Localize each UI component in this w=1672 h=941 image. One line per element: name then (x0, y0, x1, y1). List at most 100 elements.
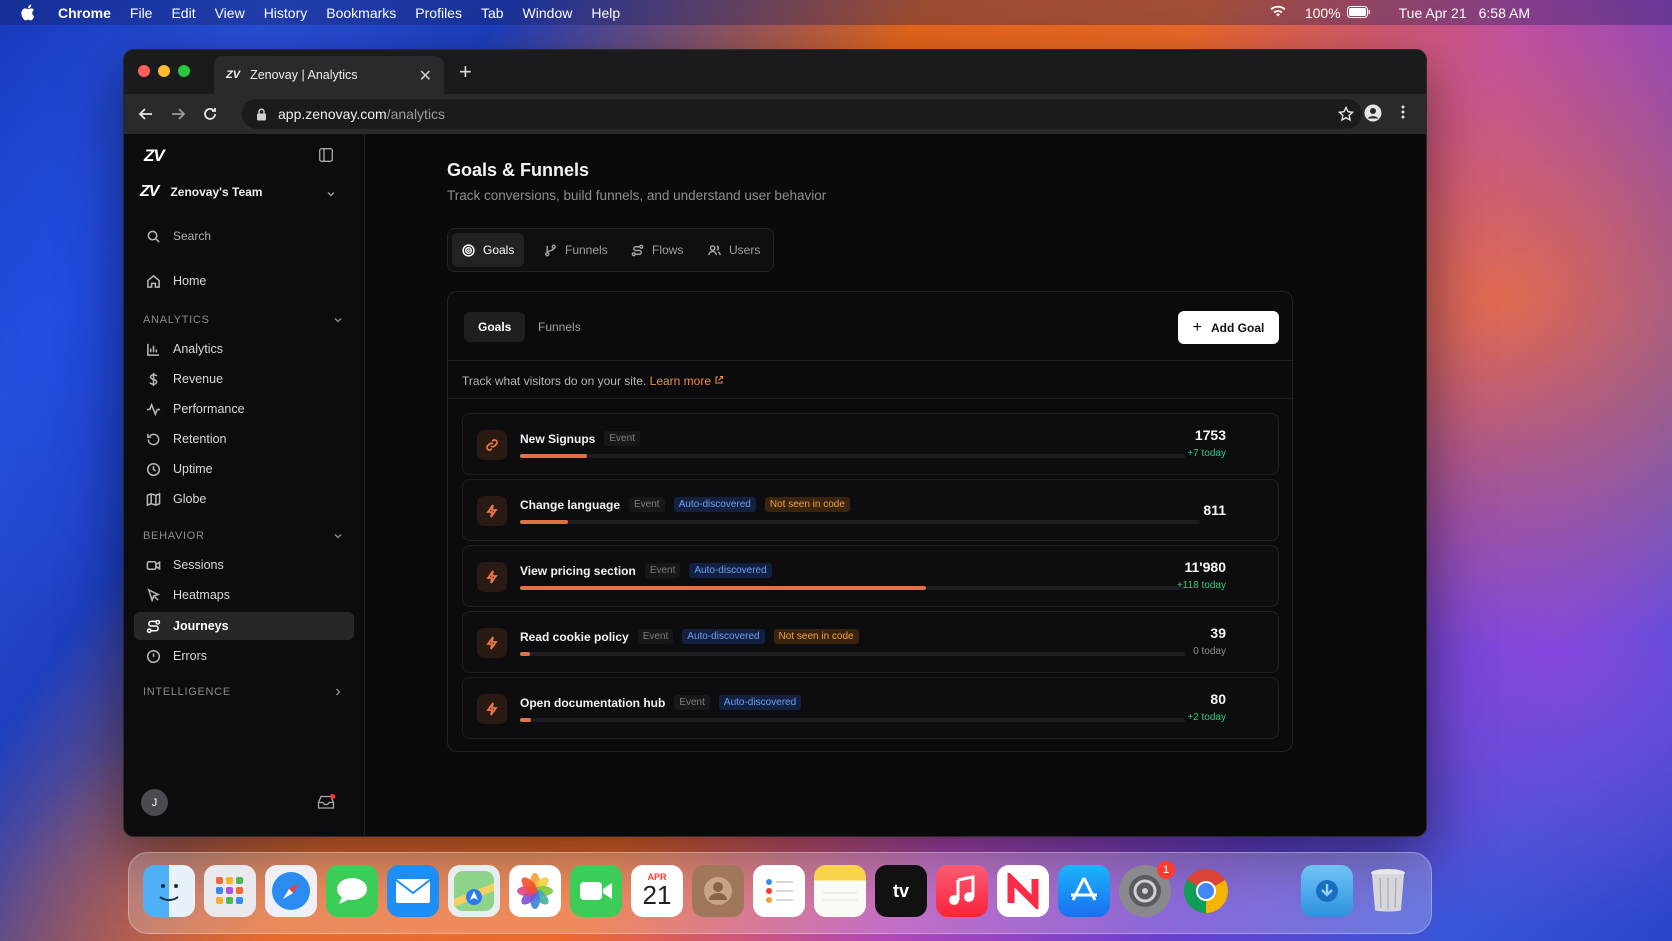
back-icon[interactable] (136, 104, 156, 124)
notification-badge: 1 (1157, 861, 1175, 879)
system-settings-icon[interactable]: 1 (1119, 861, 1175, 917)
finder-icon[interactable] (143, 865, 195, 917)
browser-toolbar: app.zenovay.com/analytics (124, 94, 1426, 134)
menubar-time[interactable]: 6:58 AM (1479, 5, 1530, 21)
minimize-window-button[interactable] (158, 65, 170, 77)
menu-history[interactable]: History (264, 5, 308, 21)
bookmark-star-icon[interactable] (1337, 105, 1355, 125)
event-badge: Event (644, 563, 681, 578)
profile-icon[interactable] (1364, 104, 1382, 127)
auto-discovered-badge: Auto-discovered (673, 497, 756, 512)
goal-row[interactable]: Change language Event Auto-discovered Not s… (462, 479, 1279, 541)
news-icon[interactable] (997, 865, 1049, 917)
app-root: ZV ZV Zenovay's Team Search Home ANALYTI (124, 134, 1426, 836)
lock-icon[interactable] (256, 108, 267, 121)
browser-menu-icon[interactable] (1400, 104, 1406, 125)
maps-icon[interactable] (448, 865, 500, 917)
close-tab-icon[interactable]: ✕ (419, 66, 432, 86)
calendar-icon[interactable]: APR 21 (631, 865, 683, 917)
tab-favicon: ZV (226, 69, 241, 81)
browser-window: ZV Zenovay | Analytics ✕ + app.zenovay.c… (123, 49, 1427, 837)
menubar-date[interactable]: Tue Apr 21 (1399, 5, 1467, 21)
music-icon[interactable] (936, 865, 988, 917)
goal-row[interactable]: Open documentation hub Event Auto-discover… (462, 677, 1279, 739)
trash-icon[interactable] (1362, 865, 1414, 917)
menu-bookmarks[interactable]: Bookmarks (326, 5, 396, 21)
event-badge: Event (604, 431, 640, 446)
menu-window[interactable]: Window (523, 5, 573, 21)
link-icon (477, 430, 507, 460)
card-tab-goals[interactable]: Goals (464, 312, 526, 342)
goal-progress-fill (520, 652, 530, 656)
messages-icon[interactable] (326, 865, 378, 917)
zoom-window-button[interactable] (178, 65, 190, 77)
photos-icon[interactable] (509, 865, 561, 917)
menu-tab[interactable]: Tab (481, 5, 504, 21)
goal-row[interactable]: Read cookie policy Event Auto-discovered No… (462, 611, 1279, 673)
menu-app-name[interactable]: Chrome (58, 5, 111, 21)
calendar-day: 21 (642, 880, 672, 910)
address-bar[interactable]: app.zenovay.com/analytics (242, 99, 1362, 129)
menu-help[interactable]: Help (591, 5, 620, 21)
goal-name: Change language (520, 497, 621, 512)
not-seen-badge: Not seen in code (773, 629, 859, 644)
goal-name-row: Open documentation hub Event Auto-discover… (520, 695, 802, 710)
goals-card: Goals Funnels + Add Goal Track what visi… (447, 291, 1294, 752)
menu-file[interactable]: File (130, 5, 153, 21)
apple-icon[interactable] (20, 4, 36, 21)
apple-tv-icon[interactable]: tv (875, 865, 927, 917)
goal-progress-fill (520, 454, 587, 458)
goal-count: 80 (1210, 691, 1226, 707)
wifi-icon[interactable] (1269, 4, 1287, 21)
zap-icon (477, 562, 507, 592)
card-tab-funnels[interactable]: Funnels (524, 312, 595, 342)
goal-row[interactable]: New Signups Event 1753 +7 today (462, 413, 1279, 475)
route-icon (631, 244, 644, 256)
event-badge: Event (629, 497, 665, 512)
goal-name: New Signups (520, 431, 596, 446)
tab-goals[interactable]: Goals (452, 233, 525, 267)
chrome-icon[interactable] (1180, 865, 1232, 917)
battery-icon[interactable] (1346, 5, 1371, 21)
zap-icon (477, 694, 507, 724)
tab-label: Funnels (565, 243, 608, 257)
add-goal-button[interactable]: + Add Goal (1178, 311, 1279, 344)
reminders-icon[interactable] (753, 865, 805, 917)
facetime-icon[interactable] (570, 865, 622, 917)
goal-name: View pricing section (520, 563, 636, 578)
tab-title: Zenovay | Analytics (250, 68, 358, 82)
forward-icon[interactable] (168, 104, 188, 124)
app-store-icon[interactable] (1058, 865, 1110, 917)
divider (448, 398, 1294, 399)
goal-count: 39 (1210, 625, 1226, 641)
goal-today: +7 today (1187, 448, 1226, 459)
goal-count: 1753 (1194, 427, 1226, 443)
tab-users[interactable]: Users (698, 233, 770, 267)
learn-more-link[interactable]: Learn more (650, 374, 711, 388)
goal-count: 811 (1203, 502, 1226, 518)
mail-icon[interactable] (387, 865, 439, 917)
close-window-button[interactable] (138, 65, 150, 77)
menu-edit[interactable]: Edit (171, 5, 195, 21)
launchpad-icon[interactable] (204, 865, 256, 917)
tab-label: Flows (652, 243, 684, 257)
tab-flows[interactable]: Flows (621, 233, 693, 267)
contacts-icon[interactable] (692, 865, 744, 917)
reload-icon[interactable] (200, 104, 220, 124)
page-title: Goals & Funnels (447, 160, 590, 180)
target-icon (462, 243, 475, 257)
menu-view[interactable]: View (215, 5, 245, 21)
tab-funnels[interactable]: Funnels (534, 233, 618, 267)
browser-tab[interactable]: ZV Zenovay | Analytics ✕ (214, 56, 444, 94)
url-host: app.zenovay.com (278, 106, 387, 122)
new-tab-icon[interactable]: + (459, 59, 472, 85)
event-badge: Event (637, 629, 674, 644)
downloads-folder-icon[interactable] (1301, 865, 1353, 917)
notes-icon[interactable] (814, 865, 866, 917)
goal-name: Read cookie policy (520, 629, 629, 644)
external-link-icon[interactable] (714, 374, 724, 388)
safari-icon[interactable] (265, 865, 317, 917)
goal-name-row: View pricing section Event Auto-discovered (520, 563, 772, 578)
goal-row[interactable]: View pricing section Event Auto-discovered… (462, 545, 1279, 607)
menu-profiles[interactable]: Profiles (415, 5, 462, 21)
